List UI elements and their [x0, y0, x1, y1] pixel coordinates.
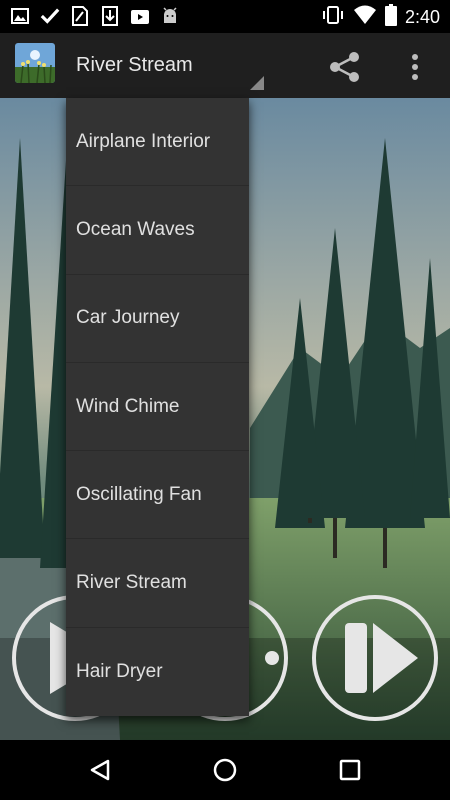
vibrate-icon	[321, 5, 345, 30]
home-icon	[213, 758, 237, 782]
app-logo	[15, 43, 55, 83]
dropdown-item[interactable]: Ocean Waves	[66, 186, 249, 275]
dropdown-item[interactable]: Wind Chime	[66, 363, 249, 452]
dropdown-item[interactable]: River Stream	[66, 539, 249, 628]
dropdown-item[interactable]: Oscillating Fan	[66, 451, 249, 540]
more-vertical-icon	[412, 54, 418, 80]
app-bar: River Stream	[0, 33, 450, 98]
download-icon	[100, 5, 120, 27]
battery-icon	[384, 4, 397, 31]
dropdown-item[interactable]: Hair Dryer	[66, 628, 249, 716]
wifi-icon	[353, 5, 377, 30]
share-button[interactable]	[325, 49, 365, 85]
play-store-icon	[130, 5, 150, 27]
page-title[interactable]: River Stream	[76, 54, 193, 77]
check-icon	[40, 5, 60, 27]
home-button[interactable]	[205, 752, 245, 788]
sound-dropdown-list: Airplane Interior Ocean Waves Car Journe…	[66, 98, 249, 716]
skip-next-icon	[345, 623, 418, 693]
overflow-menu-button[interactable]	[400, 49, 430, 85]
dropdown-arrow-icon[interactable]	[250, 76, 264, 90]
clock: 2:40	[404, 7, 440, 27]
recents-icon	[339, 759, 361, 781]
share-icon	[330, 52, 359, 82]
image-icon	[10, 5, 30, 27]
recents-button[interactable]	[330, 752, 370, 788]
navigation-bar	[0, 740, 450, 800]
android-icon	[160, 5, 180, 27]
timer-icon	[265, 651, 279, 665]
back-icon	[90, 759, 110, 781]
skip-next-button[interactable]	[312, 595, 438, 721]
sim-icon	[70, 5, 90, 27]
dropdown-item[interactable]: Car Journey	[66, 275, 249, 363]
back-button[interactable]	[80, 752, 120, 788]
dropdown-item[interactable]: Airplane Interior	[66, 98, 249, 187]
status-bar: 2:40	[0, 0, 450, 33]
